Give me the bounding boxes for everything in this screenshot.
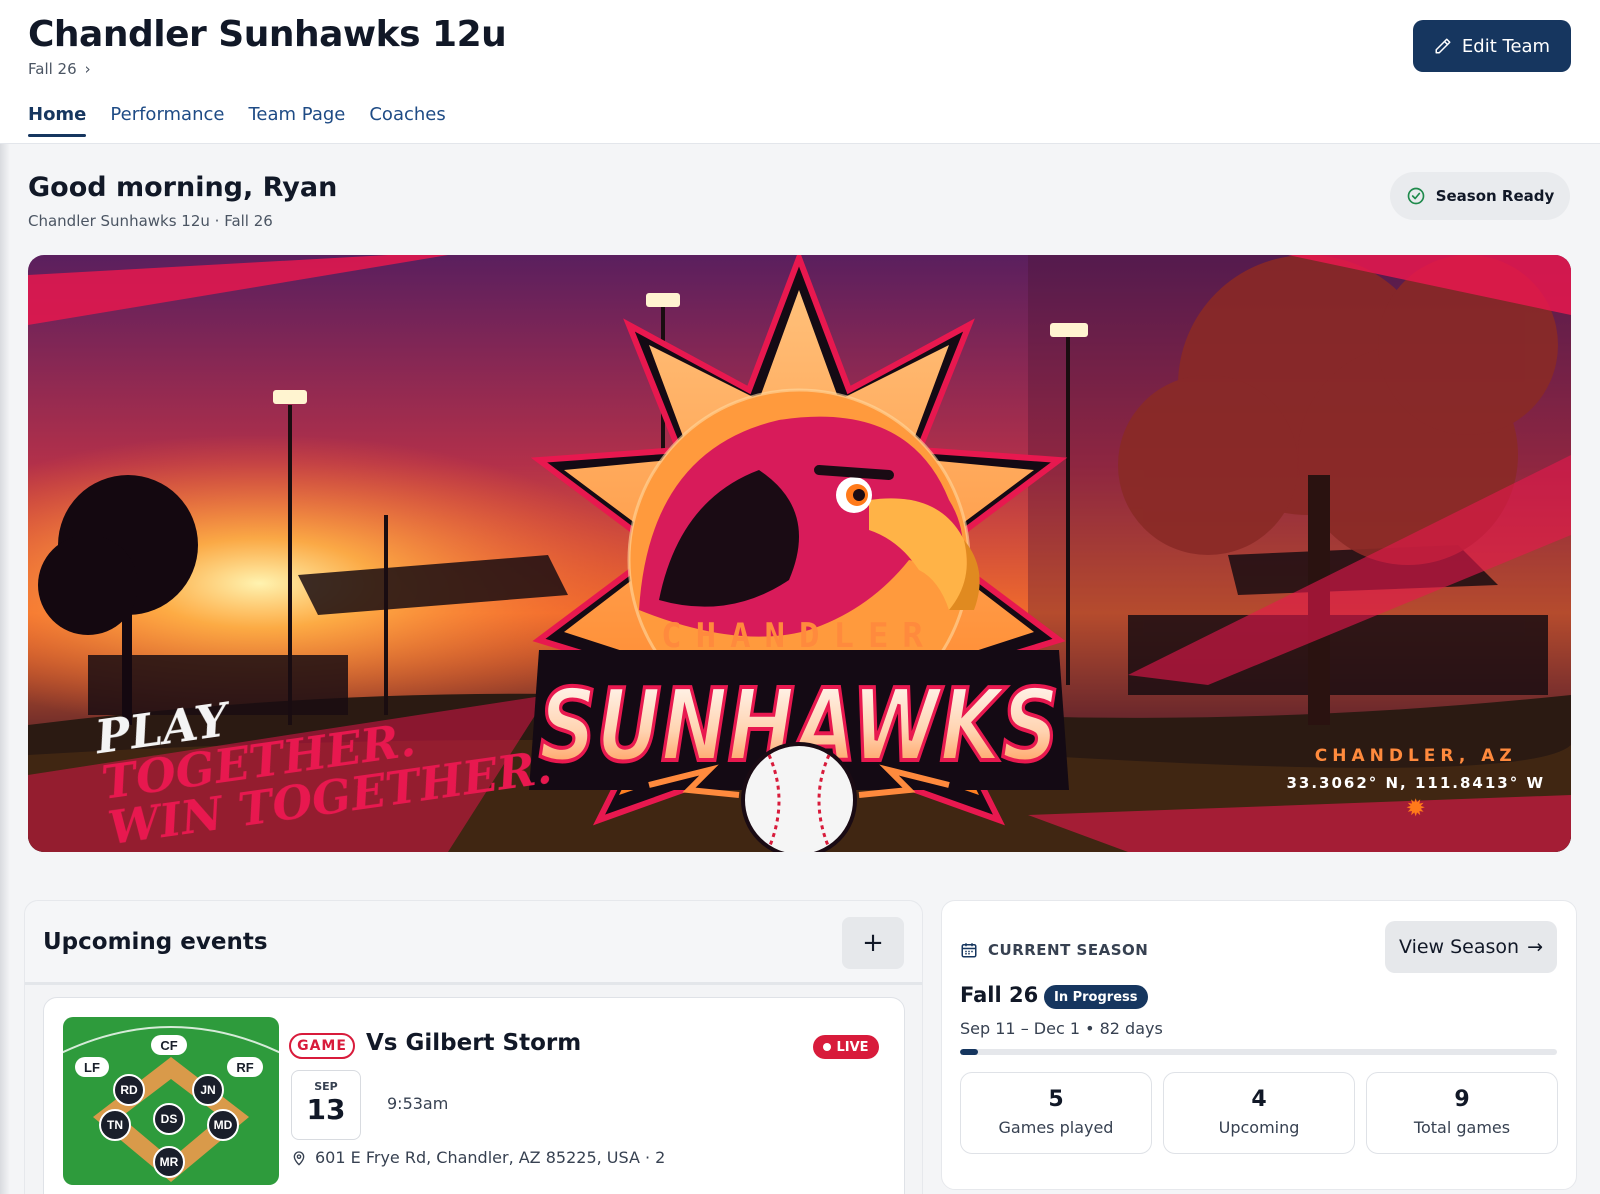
live-dot-icon <box>823 1043 832 1051</box>
svg-text:TN: TN <box>107 1118 123 1132</box>
current-season-header: CURRENT SEASON <box>960 941 1148 959</box>
stat-label: Games played <box>998 1118 1114 1137</box>
position-lf: LF <box>75 1057 109 1077</box>
location-pin-icon <box>293 1150 305 1166</box>
live-label: LIVE <box>836 1039 869 1055</box>
event-time: 9:53am <box>387 1094 449 1113</box>
stat-value: 4 <box>1251 1087 1267 1112</box>
lineup-field-diagram: CF LF RF RD JN TN DS MD MR <box>63 1017 279 1185</box>
team-banner: CHANDLER SUNHAWKS PLAY TOGETHER. WIN TOG… <box>28 255 1571 852</box>
stat-value: 5 <box>1048 1087 1064 1112</box>
svg-text:LF: LF <box>84 1060 100 1075</box>
pencil-icon <box>1435 38 1451 54</box>
event-location: 601 E Frye Rd, Chandler, AZ 85225, USA ·… <box>291 1148 665 1167</box>
season-breadcrumb-label: Fall 26 <box>28 60 77 78</box>
season-progress-bar <box>960 1049 1557 1055</box>
position-ds: DS <box>153 1103 185 1135</box>
season-status-badge: In Progress <box>1044 985 1148 1009</box>
tab-coaches[interactable]: Coaches <box>369 104 445 137</box>
position-rf: RF <box>227 1057 263 1077</box>
stat-label: Total games <box>1413 1118 1511 1137</box>
current-season-label: CURRENT SEASON <box>988 941 1149 959</box>
stat-value: 9 <box>1454 1087 1470 1112</box>
stat-games-played: 5 Games played <box>960 1072 1152 1154</box>
position-md: MD <box>207 1109 239 1141</box>
event-date: SEP 13 <box>291 1070 361 1140</box>
stat-label: Upcoming <box>1218 1118 1300 1137</box>
calendar-icon <box>961 943 977 958</box>
sun-icon: ✹ <box>1405 794 1426 822</box>
season-progress-fill <box>960 1049 978 1055</box>
banner-coordinates: 33.3062° N, 111.8413° W <box>1286 774 1545 792</box>
banner-location: CHANDLER, AZ 33.3062° N, 111.8413° W ✹ <box>1286 746 1545 822</box>
season-stats: 5 Games played 4 Upcoming 9 Total games <box>960 1072 1558 1154</box>
stat-total-games: 9 Total games <box>1366 1072 1558 1154</box>
live-badge: LIVE <box>813 1035 879 1059</box>
event-title[interactable]: Vs Gilbert Storm <box>366 1030 581 1056</box>
tab-team-page[interactable]: Team Page <box>248 104 345 137</box>
check-circle-icon <box>1407 187 1425 205</box>
view-season-label: View Season <box>1398 936 1520 958</box>
event-address: 601 E Frye Rd, Chandler, AZ 85225, USA ·… <box>315 1148 666 1167</box>
banner-city: CHANDLER, AZ <box>1314 746 1517 766</box>
stat-upcoming: 4 Upcoming <box>1163 1072 1355 1154</box>
season-ready-badge: Season Ready <box>1390 172 1570 220</box>
event-type-badge: GAME <box>289 1033 355 1059</box>
page-edge-shadow <box>0 144 10 1194</box>
top-header: Chandler Sunhawks 12u Fall 26 › Edit Tea… <box>0 0 1600 144</box>
event-card[interactable]: CF LF RF RD JN TN DS MD MR GAME Vs Gilbe… <box>43 997 905 1194</box>
season-breadcrumb[interactable]: Fall 26 › <box>28 60 91 78</box>
view-season-button[interactable]: View Season → <box>1385 921 1557 973</box>
upcoming-events-card: Upcoming events + CF LF RF RD JN TN DS M… <box>24 900 923 1194</box>
svg-text:DS: DS <box>161 1112 178 1126</box>
position-tn: TN <box>99 1109 131 1141</box>
chevron-right-icon: › <box>84 60 91 78</box>
edit-team-button[interactable]: Edit Team <box>1413 20 1571 72</box>
position-rd: RD <box>113 1074 145 1106</box>
position-mr: MR <box>153 1146 185 1178</box>
position-jn: JN <box>192 1074 224 1106</box>
event-day: 13 <box>306 1093 346 1126</box>
greeting-subtitle: Chandler Sunhawks 12u · Fall 26 <box>28 212 273 230</box>
banner-brand-top: CHANDLER <box>661 616 937 656</box>
upcoming-events-title: Upcoming events <box>43 929 268 955</box>
position-cf: CF <box>151 1035 187 1055</box>
greeting-title: Good morning, Ryan <box>28 172 338 203</box>
tab-performance[interactable]: Performance <box>110 104 224 137</box>
svg-text:RF: RF <box>236 1060 253 1075</box>
season-dates: Sep 11 – Dec 1 • 82 days <box>960 1019 1163 1038</box>
svg-text:JN: JN <box>200 1083 215 1097</box>
svg-text:MR: MR <box>160 1155 179 1169</box>
event-month: SEP <box>314 1080 338 1093</box>
tab-bar: Home Performance Team Page Coaches <box>28 104 446 137</box>
team-title: Chandler Sunhawks 12u <box>28 14 507 55</box>
upcoming-events-header: Upcoming events + <box>25 901 922 985</box>
svg-text:RD: RD <box>120 1083 138 1097</box>
season-ready-label: Season Ready <box>1435 187 1555 205</box>
add-event-button[interactable]: + <box>842 917 904 969</box>
season-name: Fall 26 <box>960 983 1039 1007</box>
svg-text:CF: CF <box>160 1038 177 1053</box>
current-season-card: CURRENT SEASON View Season → Fall 26 In … <box>941 900 1577 1190</box>
arrow-right-icon: → <box>1527 936 1543 958</box>
edit-team-label: Edit Team <box>1461 35 1551 57</box>
tab-home[interactable]: Home <box>28 104 87 137</box>
svg-text:MD: MD <box>214 1118 233 1132</box>
